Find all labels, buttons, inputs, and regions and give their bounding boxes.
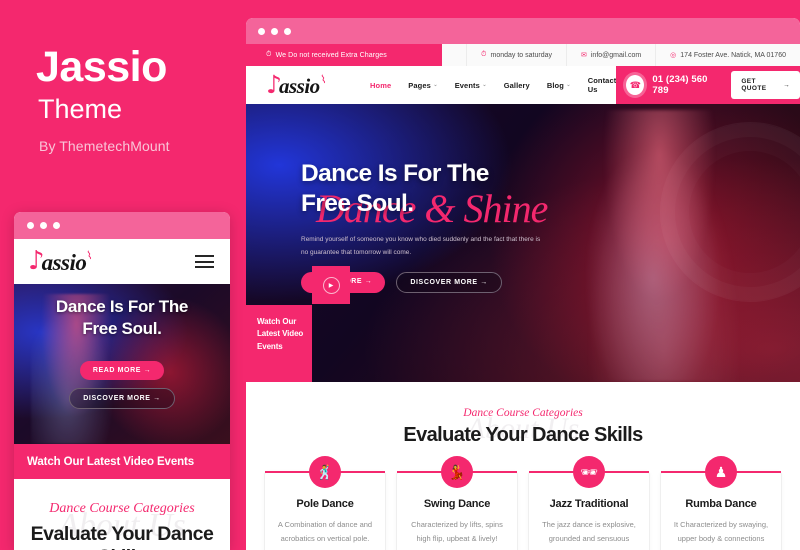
logo-wordmark: assio [278, 73, 320, 98]
mobile-section-heading: Evaluate Your Dance Skills [30, 523, 214, 550]
arrow-right-icon: → [364, 278, 373, 286]
hero-line1: Dance Is For The [301, 160, 489, 187]
map-pin-icon: ◎ [670, 52, 677, 59]
rumba-dance-icon: ♟ [705, 456, 737, 488]
course-title: Swing Dance [423, 498, 491, 510]
section-heading: Evaluate Your Dance Skills [403, 424, 643, 446]
phone-icon[interactable]: ☎ [626, 75, 645, 95]
topbar-hours: ⏱ monday to saturday [466, 44, 566, 66]
logo-wordmark: assio [41, 249, 87, 275]
course-card[interactable]: 💃 Swing Dance Characterized by lifts, sp… [396, 456, 518, 550]
menu-item-gallery[interactable]: Gallery [504, 81, 530, 90]
mobile-read-more-button[interactable]: READ MORE → [79, 361, 165, 380]
pole-dance-icon: 🕺 [309, 456, 341, 488]
topbar-address: ◎ 174 Foster Ave. Natick, MA 01760 [655, 44, 800, 66]
promo-subtitle: Theme [38, 94, 123, 124]
logo-mobile[interactable]: ♪ assio ⌇ [28, 248, 94, 275]
course-title: Pole Dance [296, 498, 354, 510]
site-topbar: ⏱ We Do not received Extra Charges ⏱ mon… [246, 44, 800, 66]
courses-section: About Us Dance Course Categories Evaluat… [246, 382, 800, 550]
jazz-dance-icon: 🕶 [573, 456, 605, 488]
mobile-hero-heading: Dance Is For The Free Soul. [14, 296, 230, 340]
course-card[interactable]: 🕶 Jazz Traditional The jazz dance is exp… [528, 456, 650, 550]
course-card[interactable]: 🕺 Pole Dance A Combination of dance and … [264, 456, 386, 550]
window-dot-minimize[interactable] [271, 27, 278, 35]
arrow-right-icon: → [480, 279, 488, 287]
mobile-hero: Dance Is For The Free Soul. READ MORE → … [14, 284, 230, 444]
hero-paragraph: Remind yourself of someone you know who … [301, 235, 541, 257]
navbar-left: ♪ assio ⌇ Home Pages ⌄ Events ⌄ Gallery Bl… [246, 66, 616, 104]
chevron-down-icon: ⌄ [482, 82, 487, 88]
video-play-button[interactable]: ▶ [312, 266, 350, 304]
swing-dance-icon: 💃 [441, 456, 473, 488]
play-icon: ▶ [322, 276, 340, 294]
menu-item-blog[interactable]: Blog ⌄ [547, 81, 571, 90]
phone-number[interactable]: 01 (234) 560 789 [652, 74, 719, 96]
mobile-hero-line2: Free Soul. [82, 318, 162, 338]
mobile-navbar: ♪ assio ⌇ [14, 239, 230, 284]
window-dot-close[interactable] [27, 222, 34, 229]
logo-desktop[interactable]: ♪ assio ⌇ [266, 72, 328, 98]
window-dot-maximize[interactable] [284, 27, 291, 35]
menu-item-contact-us[interactable]: Contact Us [588, 76, 617, 94]
course-card-list: 🕺 Pole Dance A Combination of dance and … [246, 447, 800, 550]
get-quote-button[interactable]: GET QUOTE → [731, 71, 800, 99]
desktop-window-titlebar [246, 18, 800, 44]
chevron-down-icon: ⌄ [433, 82, 438, 88]
clock-icon: ⏱ [266, 51, 272, 58]
window-dot-maximize[interactable] [53, 222, 60, 229]
arrow-right-icon: → [783, 81, 790, 89]
mobile-watch-bar[interactable]: Watch Our Latest Video Events [14, 444, 230, 479]
course-card[interactable]: ♟ Rumba Dance It Characterized by swayin… [660, 456, 782, 550]
sound-wave-icon: ⌇ [86, 249, 94, 263]
chevron-down-icon: ⌄ [566, 82, 571, 88]
arrow-right-icon: → [143, 367, 152, 374]
menu-item-events[interactable]: Events ⌄ [455, 81, 487, 90]
mobile-hero-line1: Dance Is For The [55, 297, 189, 316]
promo-title: Jassio [36, 43, 167, 91]
mail-icon: ✉ [581, 52, 587, 59]
hero-heading: Dance Is For The Free Soul. [301, 159, 631, 219]
promo-byline: By ThemetechMount [39, 138, 170, 154]
course-title: Jazz Traditional [549, 498, 629, 510]
mobile-section-eyebrow: Dance Course Categories [49, 501, 195, 516]
desktop-mockup: ⏱ We Do not received Extra Charges ⏱ mon… [246, 18, 800, 550]
section-eyebrow: Dance Course Categories [463, 407, 583, 419]
topbar-email[interactable]: ✉ info@gmail.com [566, 44, 655, 66]
mobile-hero-buttons: READ MORE → DISCOVER MORE → [14, 359, 230, 409]
site-navbar: ♪ assio ⌇ Home Pages ⌄ Events ⌄ Gallery Bl… [246, 66, 800, 104]
course-description: Characterized by lifts, spins high flip,… [411, 520, 503, 543]
hero-discover-more-button[interactable]: DISCOVER MORE → [396, 272, 502, 294]
course-description: It Characterized by swaying, upper body … [673, 520, 769, 543]
mobile-discover-more-button[interactable]: DISCOVER MORE → [69, 388, 175, 409]
window-dot-minimize[interactable] [40, 222, 47, 229]
course-description: A Combination of dance and acrobatics on… [277, 520, 373, 543]
mobile-mockup: ♪ assio ⌇ Dance Is For The Free Soul. RE… [14, 212, 230, 550]
arrow-right-icon: → [153, 395, 161, 402]
hero-banner: Dance & Shine Dance Is For The Free Soul… [246, 104, 800, 382]
course-description: The jazz dance is explosive, grounded an… [542, 520, 636, 543]
topbar-contact-list: ⏱ monday to saturday ✉ info@gmail.com ◎ … [442, 44, 800, 66]
window-dot-close[interactable] [258, 27, 265, 35]
topbar-promo: ⏱ We Do not received Extra Charges [246, 44, 442, 66]
course-title: Rumba Dance [685, 498, 757, 510]
navbar-right: ☎ 01 (234) 560 789 GET QUOTE → [616, 66, 800, 104]
mobile-courses-section: About Us Dance Course Categories Evaluat… [14, 479, 230, 550]
sound-wave-icon: ⌇ [319, 73, 328, 87]
hero-copy: Dance & Shine Dance Is For The Free Soul… [301, 159, 631, 294]
clock-icon: ⏱ [481, 51, 487, 58]
menu-item-home[interactable]: Home [370, 81, 391, 90]
menu-item-pages[interactable]: Pages ⌄ [408, 81, 437, 90]
main-menu: Home Pages ⌄ Events ⌄ Gallery Blog ⌄ Contac… [370, 76, 616, 94]
mobile-window-titlebar [14, 212, 230, 239]
hamburger-menu-icon[interactable] [195, 255, 214, 268]
hero-line2: Free Soul. [301, 189, 414, 217]
hero-buttons: READ MORE → DISCOVER MORE → [301, 272, 631, 294]
watch-video-label[interactable]: Watch Our Latest Video Events [246, 305, 312, 382]
